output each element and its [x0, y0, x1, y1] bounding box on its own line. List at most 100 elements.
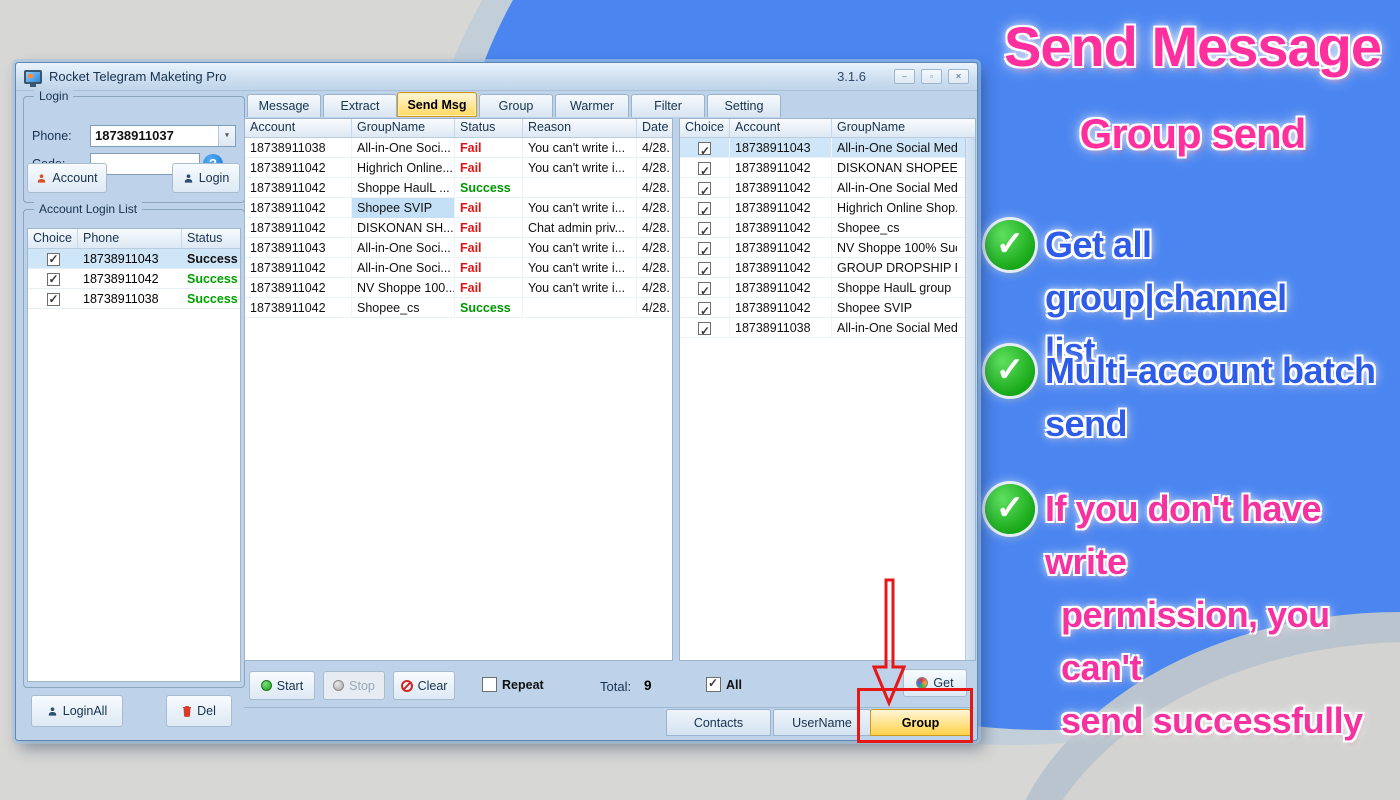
- group-row[interactable]: 18738911042 Shopee_cs: [680, 217, 975, 238]
- cell-date: 4/28...: [642, 160, 670, 175]
- cell-date: 4/28...: [642, 280, 670, 295]
- start-label: Start: [276, 678, 304, 693]
- window-title: Rocket Telegram Maketing Pro: [49, 69, 227, 84]
- send-result-row[interactable]: 18738911042 Shopee_cs Success 4/28...: [245, 297, 672, 318]
- row-checkbox[interactable]: [46, 252, 60, 266]
- group-row[interactable]: 18738911042 NV Shoppe 100% Suc...: [680, 237, 975, 258]
- row-checkbox[interactable]: [698, 241, 711, 258]
- row-checkbox[interactable]: [698, 181, 711, 198]
- cell-account: 18738911042: [245, 157, 352, 178]
- cell-account: 18738911042: [245, 277, 352, 298]
- group-row[interactable]: 18738911042 GROUP DROPSHIP EIS...: [680, 257, 975, 278]
- row-checkbox[interactable]: [698, 321, 711, 338]
- send-result-row[interactable]: 18738911042 NV Shoppe 100... Fail You ca…: [245, 277, 672, 298]
- group-row[interactable]: 18738911042 Highrich Online Shop...: [680, 197, 975, 218]
- login-button[interactable]: Login: [172, 163, 240, 193]
- group-row[interactable]: 18738911043 All-in-One Social Med...: [680, 137, 975, 158]
- repeat-checkbox[interactable]: [482, 677, 497, 692]
- column-header[interactable]: Status: [182, 229, 238, 248]
- repeat-checkbox-row[interactable]: Repeat: [482, 677, 544, 692]
- group-table-header: Choice Account GroupName: [680, 119, 975, 138]
- cell-account: 18738911042: [245, 257, 352, 278]
- phone-combobox[interactable]: 18738911037 ▾: [90, 125, 236, 147]
- column-header[interactable]: Status: [455, 119, 523, 137]
- tab-group[interactable]: Group: [479, 94, 553, 117]
- account-row[interactable]: 18738911038 Success: [28, 289, 240, 309]
- row-checkbox[interactable]: [698, 141, 711, 158]
- group-row[interactable]: 18738911042 Shopee SVIP: [680, 297, 975, 318]
- tab-setting[interactable]: Setting: [707, 94, 781, 117]
- clear-button[interactable]: Clear: [393, 671, 455, 700]
- send-result-row[interactable]: 18738911043 All-in-One Soci... Fail You …: [245, 237, 672, 258]
- send-results-table: Account GroupName Status Reason Date 187…: [244, 118, 673, 661]
- row-checkbox[interactable]: [46, 292, 60, 306]
- title-bar[interactable]: Rocket Telegram Maketing Pro 3.1.6 – ▫ ✕: [16, 63, 977, 91]
- row-checkbox[interactable]: [698, 161, 711, 178]
- stop-button[interactable]: Stop: [323, 671, 385, 700]
- column-header[interactable]: Account: [730, 119, 832, 137]
- close-button[interactable]: ✕: [948, 69, 969, 84]
- row-checkbox[interactable]: [46, 272, 60, 286]
- send-result-row[interactable]: 18738911042 DISKONAN SH... Fail Chat adm…: [245, 217, 672, 238]
- column-header[interactable]: GroupName: [832, 119, 957, 137]
- cell-groupname: All-in-One Social Med...: [837, 180, 957, 195]
- phone-value: 18738911037: [95, 128, 174, 143]
- cell-reason: You can't write i...: [523, 157, 637, 178]
- vertical-scrollbar[interactable]: [965, 138, 975, 660]
- group-row[interactable]: 18738911042 DISKONAN SHOPEE S...: [680, 157, 975, 178]
- login-groupbox: Login Phone: 18738911037 ▾ Code: ? Accou…: [23, 89, 245, 203]
- column-header[interactable]: Account: [245, 119, 352, 137]
- cell-status: Fail: [455, 197, 523, 218]
- total-value: 9: [644, 678, 652, 693]
- cell-status: Fail: [455, 217, 523, 238]
- all-checkbox[interactable]: [706, 676, 721, 692]
- account-row[interactable]: 18738911043 Success: [28, 249, 240, 269]
- account-button[interactable]: Account: [27, 163, 107, 193]
- tab-filter[interactable]: Filter: [631, 94, 705, 117]
- column-header[interactable]: Choice: [28, 229, 78, 248]
- column-header[interactable]: Reason: [523, 119, 637, 137]
- account-row[interactable]: 18738911042 Success: [28, 269, 240, 289]
- cell-groupname: DISKONAN SH...: [352, 217, 455, 238]
- send-result-row[interactable]: 18738911042 Highrich Online... Fail You …: [245, 157, 672, 178]
- minimize-button[interactable]: –: [894, 69, 915, 84]
- column-header[interactable]: GroupName: [352, 119, 455, 137]
- cell-account: 18738911038: [730, 317, 832, 338]
- annotation-arrow-down: [871, 578, 907, 707]
- row-checkbox[interactable]: [698, 261, 711, 278]
- column-header[interactable]: Date: [637, 119, 670, 137]
- send-result-row[interactable]: 18738911042 All-in-One Soci... Fail You …: [245, 257, 672, 278]
- send-table-header: Account GroupName Status Reason Date: [245, 119, 672, 138]
- group-row[interactable]: 18738911042 All-in-One Social Med...: [680, 177, 975, 198]
- group-row[interactable]: 18738911038 All-in-One Social Med...: [680, 317, 975, 338]
- row-checkbox[interactable]: [698, 301, 711, 318]
- maximize-button[interactable]: ▫: [921, 69, 942, 84]
- row-checkbox[interactable]: [698, 281, 711, 298]
- tab-warmer[interactable]: Warmer: [555, 94, 629, 117]
- cell-groupname: All-in-One Social Med...: [837, 320, 957, 335]
- column-header[interactable]: Choice: [680, 119, 730, 137]
- cell-status: Success: [455, 177, 523, 198]
- login-all-button[interactable]: LoginAll: [31, 695, 123, 727]
- column-header[interactable]: Phone: [78, 229, 182, 248]
- all-checkbox-row[interactable]: All: [706, 676, 742, 692]
- tab-message[interactable]: Message: [247, 94, 321, 117]
- group-row[interactable]: 18738911042 Shoppe HaulL group: [680, 277, 975, 298]
- tab-extract[interactable]: Extract: [323, 94, 397, 117]
- cell-date: 4/28...: [642, 300, 670, 315]
- cell-account: 18738911042: [245, 297, 352, 318]
- person-icon: [184, 173, 192, 183]
- delete-button[interactable]: Del: [166, 695, 232, 727]
- send-result-row[interactable]: 18738911042 Shoppe HaulL ... Success 4/2…: [245, 177, 672, 198]
- cell-account: 18738911042: [730, 257, 832, 278]
- send-result-row[interactable]: 18738911042 Shopee SVIP Fail You can't w…: [245, 197, 672, 218]
- chevron-down-icon[interactable]: ▾: [218, 126, 235, 146]
- tab-send-msg[interactable]: Send Msg: [397, 92, 477, 117]
- send-result-row[interactable]: 18738911038 All-in-One Soci... Fail You …: [245, 137, 672, 158]
- start-button[interactable]: Start: [249, 671, 315, 700]
- account-status: Success: [187, 271, 238, 286]
- cell-reason: You can't write i...: [523, 277, 637, 298]
- row-checkbox[interactable]: [698, 201, 711, 218]
- tab-contacts[interactable]: Contacts: [666, 709, 771, 736]
- row-checkbox[interactable]: [698, 221, 711, 238]
